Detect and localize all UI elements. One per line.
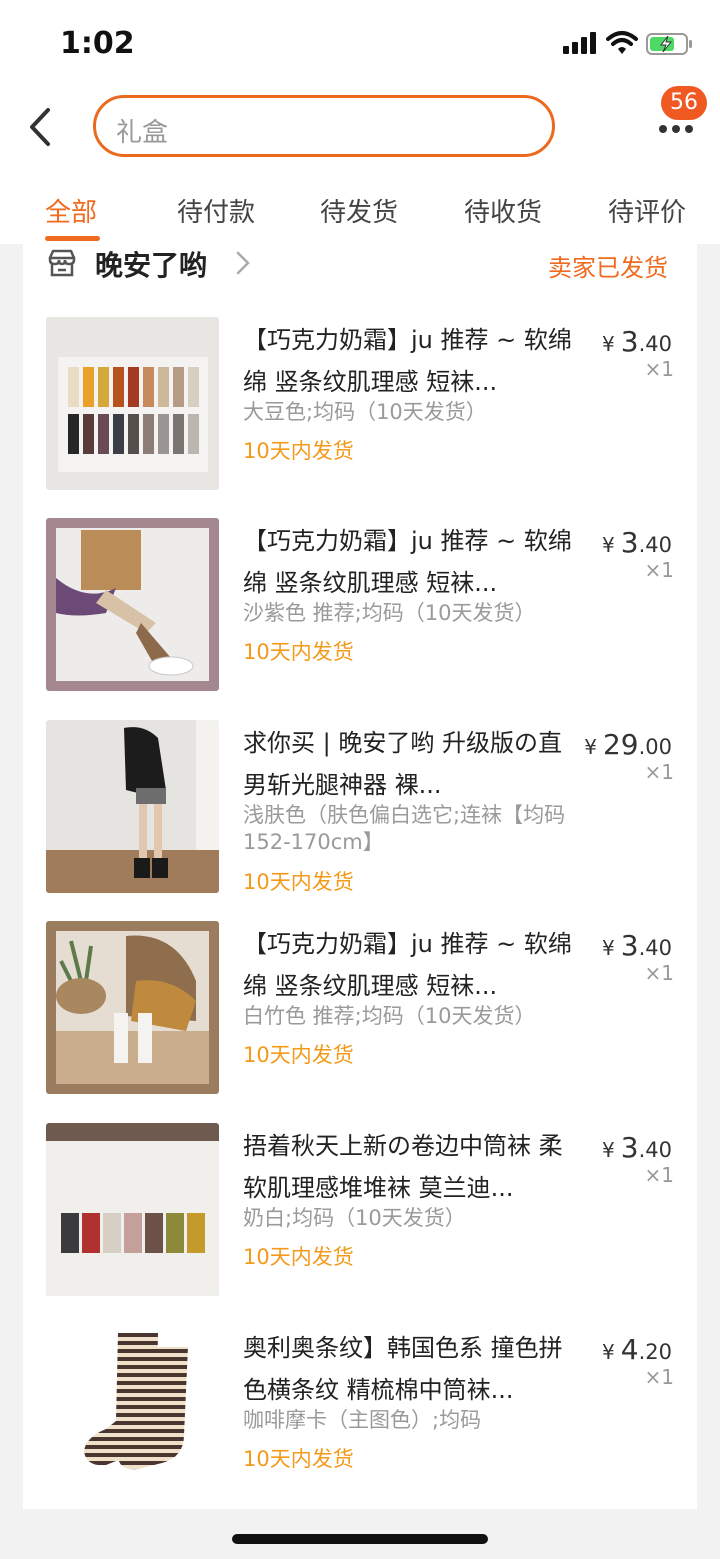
- product-title[interactable]: 求你买 | 晚安了哟 升级版の直男斩光腿神器 裸...: [243, 722, 578, 806]
- product-title[interactable]: 捂着秋天上新の卷边中筒袜 柔软肌理感堆堆袜 莫兰迪...: [243, 1125, 578, 1209]
- active-tab-indicator: [45, 236, 100, 241]
- shipping-note: 10天内发货: [243, 870, 354, 894]
- product-thumbnail[interactable]: [46, 518, 219, 691]
- shipping-note: 10天内发货: [243, 1245, 354, 1269]
- home-indicator[interactable]: [232, 1534, 488, 1544]
- product-sku: 奶白;均码（10天发货）: [243, 1206, 466, 1230]
- product-quantity: ×1: [644, 1365, 674, 1389]
- product-thumbnail[interactable]: [46, 1123, 219, 1296]
- product-price: ¥3.40: [602, 325, 672, 358]
- shipping-note: 10天内发货: [243, 439, 354, 463]
- order-item[interactable]: 求你买 | 晚安了哟 升级版の直男斩光腿神器 裸... 浅肤色（肤色偏白选它;连…: [0, 720, 720, 910]
- product-price: ¥3.40: [602, 526, 672, 559]
- wifi-icon: [606, 31, 638, 54]
- product-price: ¥3.40: [602, 1131, 672, 1164]
- product-price: ¥4.20: [602, 1333, 672, 1366]
- product-quantity: ×1: [644, 357, 674, 381]
- status-time: 1:02: [60, 26, 135, 61]
- product-thumbnail[interactable]: [46, 1325, 219, 1498]
- product-price: ¥29.00: [584, 728, 672, 761]
- product-quantity: ×1: [644, 961, 674, 985]
- tab-pending-shipment[interactable]: 待发货: [320, 192, 398, 229]
- product-thumbnail[interactable]: [46, 317, 219, 490]
- product-sku: 咖啡摩卡（主图色）;均码: [243, 1408, 482, 1432]
- product-thumbnail[interactable]: [46, 921, 219, 1094]
- shipping-note: 10天内发货: [243, 640, 354, 664]
- back-arrow-icon[interactable]: [22, 104, 62, 150]
- product-quantity: ×1: [644, 558, 674, 582]
- shop-icon: [48, 249, 76, 277]
- product-sku: 大豆色;均码（10天发货）: [243, 400, 487, 424]
- product-sku: 沙紫色 推荐;均码（10天发货）: [243, 601, 536, 625]
- order-item[interactable]: 捂着秋天上新の卷边中筒袜 柔软肌理感堆堆袜 莫兰迪... 奶白;均码（10天发货…: [0, 1123, 720, 1313]
- signal-icon: [563, 32, 596, 54]
- order-item[interactable]: 奥利奥条纹】韩国色系 撞色拼色横条纹 精梳棉中筒袜... 咖啡摩卡（主图色）;均…: [0, 1325, 720, 1515]
- order-item[interactable]: 【巧克力奶霜】ju 推荐 ~ 软绵绵 竖条纹肌理感 短袜... 大豆色;均码（1…: [0, 317, 720, 507]
- tab-all[interactable]: 全部: [45, 192, 97, 229]
- product-quantity: ×1: [644, 1163, 674, 1187]
- order-item[interactable]: 【巧克力奶霜】ju 推荐 ~ 软绵绵 竖条纹肌理感 短袜... 沙紫色 推荐;均…: [0, 518, 720, 708]
- tab-pending-payment[interactable]: 待付款: [177, 192, 255, 229]
- more-icon[interactable]: [658, 124, 698, 134]
- product-title[interactable]: 【巧克力奶霜】ju 推荐 ~ 软绵绵 竖条纹肌理感 短袜...: [243, 923, 578, 1007]
- product-sku: 白竹色 推荐;均码（10天发货）: [243, 1004, 536, 1028]
- tab-pending-review[interactable]: 待评价: [608, 192, 686, 229]
- product-title[interactable]: 奥利奥条纹】韩国色系 撞色拼色横条纹 精梳棉中筒袜...: [243, 1327, 578, 1411]
- search-placeholder: 礼盒: [116, 118, 169, 148]
- product-sku: 浅肤色（肤色偏白选它;连袜【均码152-170cm】: [243, 803, 566, 854]
- message-count-badge: 56: [661, 86, 707, 120]
- product-title[interactable]: 【巧克力奶霜】ju 推荐 ~ 软绵绵 竖条纹肌理感 短袜...: [243, 319, 578, 403]
- tab-pending-receipt[interactable]: 待收货: [464, 192, 542, 229]
- shop-name[interactable]: 晚安了哟: [95, 244, 207, 284]
- order-status: 卖家已发货: [548, 254, 668, 282]
- shipping-note: 10天内发货: [243, 1043, 354, 1067]
- product-thumbnail[interactable]: [46, 720, 219, 893]
- search-input[interactable]: 礼盒: [93, 95, 555, 157]
- order-item[interactable]: 【巧克力奶霜】ju 推荐 ~ 软绵绵 竖条纹肌理感 短袜... 白竹色 推荐;均…: [0, 921, 720, 1111]
- product-price: ¥3.40: [602, 929, 672, 962]
- product-quantity: ×1: [644, 760, 674, 784]
- chevron-right-icon[interactable]: [235, 250, 251, 276]
- shipping-note: 10天内发货: [243, 1447, 354, 1471]
- battery-icon: [646, 33, 692, 55]
- product-title[interactable]: 【巧克力奶霜】ju 推荐 ~ 软绵绵 竖条纹肌理感 短袜...: [243, 520, 578, 604]
